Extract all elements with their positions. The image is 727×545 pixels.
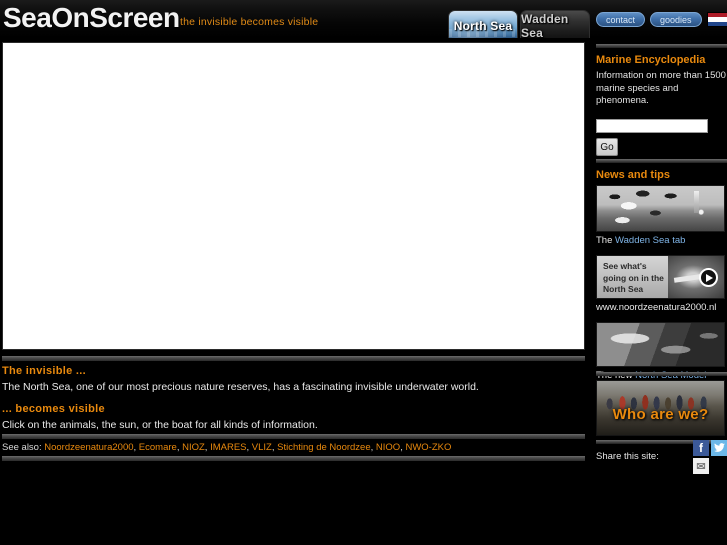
news-caption-1: The Wadden Sea tab	[596, 235, 727, 247]
see-also-link[interactable]: IMARES	[210, 442, 246, 453]
encyclopedia-title: Marine Encyclopedia	[596, 54, 706, 66]
sidebar-top-row: contact goodies	[596, 12, 727, 27]
see-also-link[interactable]: Ecomare	[139, 442, 177, 453]
paragraph-becomes-visible: Click on the animals, the sun, or the bo…	[2, 419, 318, 431]
heading-invisible: The invisible ...	[2, 365, 86, 377]
twitter-icon[interactable]	[711, 440, 727, 456]
section-divider	[596, 372, 727, 376]
see-also-link[interactable]: Noordzeenatura2000	[44, 442, 133, 453]
see-also-link[interactable]: NIOO	[376, 442, 400, 453]
news-thumbnail-north-sea-video[interactable]: See what's going on in the North Sea	[596, 255, 725, 299]
paragraph-invisible: The North Sea, one of our most precious …	[2, 381, 479, 393]
tab-north-sea-label: North Sea	[453, 18, 513, 33]
news-caption-2-link[interactable]: www.noordzeenatura2000.nl	[596, 302, 716, 313]
share-section: Share this site: f ✉	[596, 440, 727, 474]
who-are-we-label: Who are we?	[612, 405, 709, 423]
see-also-prefix: See also:	[2, 442, 45, 453]
see-also-links: See also: Noordzeenatura2000, Ecomare, N…	[2, 442, 585, 454]
encyclopedia-search-input[interactable]	[596, 118, 708, 133]
facebook-icon[interactable]: f	[693, 440, 709, 456]
encyclopedia-go-button[interactable]: Go	[596, 138, 618, 156]
divider-bottom	[2, 456, 585, 461]
site-logo[interactable]: SeaOnScreen	[3, 2, 180, 34]
section-divider	[596, 159, 727, 163]
news-and-tips-section: News and tips The Wadden Sea tab See wha…	[596, 159, 727, 390]
marine-encyclopedia-section: Marine Encyclopedia Information on more …	[596, 44, 727, 156]
video-overlay-text: See what's going on in the North Sea	[603, 261, 664, 294]
heading-becomes-visible: ... becomes visible	[2, 403, 105, 415]
goodies-button[interactable]: goodies	[650, 12, 702, 27]
email-icon[interactable]: ✉	[693, 458, 709, 474]
section-divider	[596, 44, 727, 48]
see-also-link[interactable]: NIOZ	[182, 442, 205, 453]
news-thumbnail-north-sea-model[interactable]	[596, 322, 725, 367]
see-also-link[interactable]: NWO-ZKO	[405, 442, 451, 453]
divider-top	[2, 356, 585, 361]
news-title: News and tips	[596, 169, 670, 181]
see-also-link[interactable]: Stichting de Noordzee	[277, 442, 370, 453]
news-caption-1-link[interactable]: Wadden Sea tab	[615, 235, 685, 246]
news-thumbnail-wadden-sea[interactable]	[596, 185, 725, 232]
intro-copy: The invisible ... The North Sea, one of …	[2, 365, 585, 441]
tab-wadden-sea-label: Wadden Sea	[521, 11, 569, 39]
dutch-flag-icon[interactable]	[706, 12, 727, 27]
site-tagline: the invisible becomes visible	[180, 16, 319, 28]
right-sidebar: contact goodies Marine Encyclopedia Info…	[592, 6, 727, 545]
share-label: Share this site:	[596, 451, 659, 462]
see-also-link-list[interactable]: Noordzeenatura2000, Ecomare, NIOZ, IMARE…	[44, 442, 451, 453]
see-also-link[interactable]: VLIZ	[252, 442, 272, 453]
interactive-scene-stage[interactable]	[2, 42, 585, 350]
twitter-bird-glyph	[713, 443, 725, 452]
play-icon[interactable]	[699, 268, 718, 287]
news-caption-1-prefix: The	[596, 235, 616, 246]
news-caption-2: www.noordzeenatura2000.nl	[596, 302, 727, 314]
contact-button[interactable]: contact	[596, 12, 646, 27]
who-are-we-banner[interactable]: Who are we?	[596, 380, 725, 436]
divider-middle	[2, 434, 585, 439]
tab-north-sea[interactable]: North Sea	[448, 10, 518, 38]
tab-wadden-sea[interactable]: Wadden Sea	[520, 10, 590, 38]
encyclopedia-description: Information on more than 1500 marine spe…	[596, 70, 726, 106]
